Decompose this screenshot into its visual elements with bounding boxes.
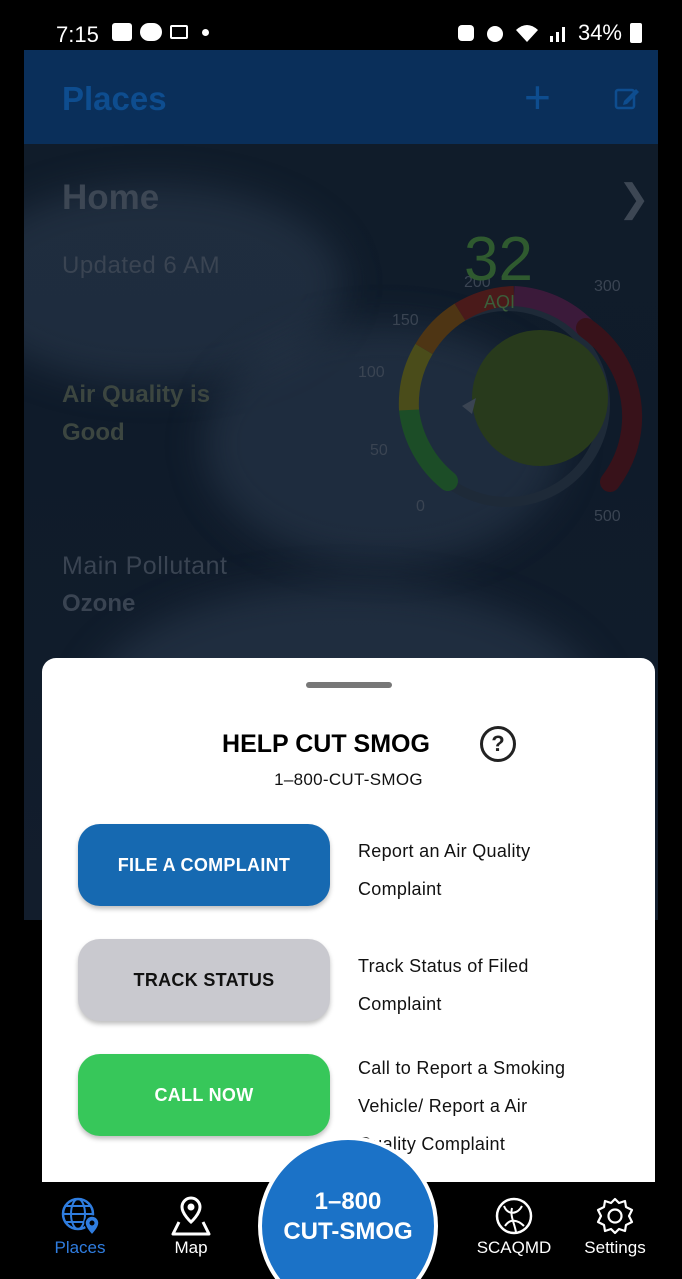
add-place-button[interactable]: +: [524, 72, 551, 122]
gear-icon: [596, 1197, 634, 1235]
file-complaint-button[interactable]: FILE A COMPLAINT: [78, 824, 330, 906]
gauge-tick-500: 500: [594, 508, 621, 525]
description-line: Complaint: [358, 994, 442, 1014]
edit-icon[interactable]: [614, 86, 640, 110]
gallery-icon: [112, 23, 132, 41]
app-header: Places +: [24, 50, 658, 144]
nav-item-settings[interactable]: Settings: [572, 1182, 658, 1279]
description-line: Vehicle/ Report a Air: [358, 1096, 528, 1116]
description-line: Call to Report a Smoking: [358, 1058, 566, 1078]
recycle-icon: [457, 25, 474, 41]
chevron-right-icon[interactable]: ❯: [618, 176, 650, 221]
call-now-button[interactable]: CALL NOW: [78, 1054, 330, 1136]
fab-line-number: 1–800: [314, 1188, 382, 1215]
notification-icons: [112, 23, 209, 41]
globe-pin-icon: [61, 1197, 100, 1237]
aqi-value: 32: [464, 225, 533, 294]
aqi-unit: AQI: [484, 292, 516, 312]
nav-label-scaqmd: SCAQMD: [476, 1238, 552, 1257]
drag-handle[interactable]: [306, 682, 392, 688]
more-dot-icon: [202, 28, 209, 36]
wifi-icon: [515, 25, 538, 42]
map-pin-icon: [171, 1196, 211, 1236]
gauge-tick-50: 50: [370, 442, 388, 459]
status-bar: 7:15 34%: [0, 0, 682, 50]
nav-label-places: Places: [54, 1238, 106, 1257]
cloud-icon: [140, 23, 162, 41]
air-quality-label: Air Quality is: [62, 381, 211, 408]
help-icon[interactable]: ?: [480, 726, 516, 762]
place-name: Home: [62, 178, 160, 217]
signal-icon: [549, 27, 565, 42]
description-line: Report an Air Quality: [358, 841, 531, 861]
alarm-icon: [486, 26, 503, 42]
battery-percent: 34%: [577, 20, 622, 45]
gauge-tick-150: 150: [392, 312, 419, 329]
gauge-segment-good: [399, 400, 458, 491]
page-title: Places: [62, 80, 167, 117]
pollutant-label: Main Pollutant: [62, 552, 228, 580]
updated-time: Updated 6 AM: [62, 252, 221, 279]
track-status-button[interactable]: TRACK STATUS: [78, 939, 330, 1021]
nav-item-map[interactable]: Map: [151, 1182, 231, 1279]
gauge-tick-300: 300: [594, 278, 621, 295]
gauge-segment-usg: [415, 303, 466, 355]
file-complaint-description: Report an Air Quality Complaint: [358, 832, 638, 908]
screen-capture-icon: [170, 25, 188, 39]
description-line: Complaint: [358, 879, 442, 899]
help-cut-smog-sheet: HELP CUT SMOG ? 1–800-CUT-SMOG FILE A CO…: [42, 658, 655, 1198]
nav-label-settings: Settings: [584, 1238, 646, 1257]
pollutant-value: Ozone: [62, 590, 136, 617]
sheet-title: HELP CUT SMOG: [222, 730, 430, 758]
gauge-tick-100: 100: [358, 364, 385, 381]
air-quality-value: Good: [62, 419, 125, 446]
fab-line-name: CUT-SMOG: [283, 1218, 413, 1245]
status-time: 7:15: [56, 22, 99, 47]
aqi-circle: [472, 330, 608, 466]
call-now-description: Call to Report a Smoking Vehicle/ Report…: [358, 1049, 638, 1163]
nav-item-places[interactable]: Places: [40, 1182, 120, 1279]
system-indicators: 34%: [456, 20, 642, 46]
bottom-nav: Places Map 1–800 CUT-SMOG SCAQMD Setting…: [24, 1136, 658, 1279]
air-quality-status: Air Quality is Good: [62, 376, 282, 452]
description-line: Track Status of Filed: [358, 956, 529, 976]
nav-label-map: Map: [174, 1238, 208, 1257]
nav-item-scaqmd[interactable]: SCAQMD: [464, 1182, 564, 1279]
gauge-segment-moderate: [398, 343, 433, 411]
gauge-tick-0: 0: [416, 498, 425, 515]
app-screen: 7:15 34% Places + Home ❯ Updated 6 AM Ai…: [0, 0, 682, 1279]
scaqmd-logo-icon: [495, 1197, 533, 1235]
battery-icon: [630, 23, 642, 43]
sheet-subtitle: 1–800-CUT-SMOG: [274, 770, 423, 789]
track-status-description: Track Status of Filed Complaint: [358, 947, 638, 1023]
